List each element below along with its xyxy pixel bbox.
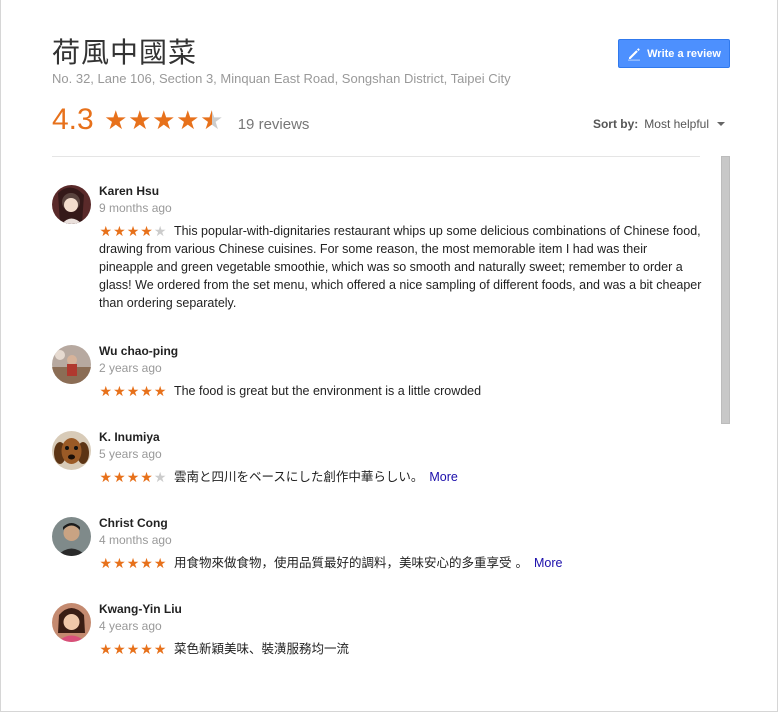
write-review-label: Write a review xyxy=(647,47,721,60)
place-address: No. 32, Lane 106, Section 3, Minquan Eas… xyxy=(52,71,511,86)
review-stars: ★ ★ ★ ★ ★ xyxy=(99,470,167,484)
review-count[interactable]: 19 reviews xyxy=(238,116,310,133)
reviews-dialog: 荷風中國菜 No. 32, Lane 106, Section 3, Minqu… xyxy=(0,0,778,712)
review-text: 雲南と四川をベースにした創作中華らしい。 xyxy=(173,469,424,484)
review-text: 菜色新穎美味、裝潢服務均一流 xyxy=(173,641,349,656)
more-link[interactable]: More xyxy=(429,470,457,484)
rating-summary: 4.3 ★ ★ ★ ★ ★ 19 reviews xyxy=(52,103,309,137)
star-icon: ★ xyxy=(113,383,126,399)
star-icon: ★ xyxy=(153,641,167,657)
star-icon: ★ xyxy=(200,105,224,135)
star-icon: ★ xyxy=(140,383,153,399)
star-icon: ★ xyxy=(113,641,126,657)
star-icon: ★ xyxy=(153,383,167,399)
star-icon: ★ xyxy=(140,641,153,657)
review-time: 5 years ago xyxy=(99,447,162,461)
review-time: 2 years ago xyxy=(99,361,162,375)
sort-dropdown[interactable]: Most helpful xyxy=(644,117,709,131)
sort-label: Sort by: xyxy=(592,117,639,131)
avatar[interactable] xyxy=(52,345,91,384)
rating-score: 4.3 xyxy=(52,103,94,136)
reviewer-name[interactable]: Kwang-Yin Liu xyxy=(99,601,702,618)
place-header: 荷風中國菜 No. 32, Lane 106, Section 3, Minqu… xyxy=(52,36,730,87)
review-item: K. Inumiya 5 years ago ★ ★ ★ ★ ★ 雲南と四川をベースにした… xyxy=(52,429,702,515)
star-icon: ★ xyxy=(140,223,153,239)
caret-down-icon[interactable] xyxy=(717,122,725,126)
scrollbar[interactable] xyxy=(721,156,730,424)
avatar[interactable] xyxy=(52,185,91,224)
star-icon: ★ xyxy=(99,555,113,571)
star-icon: ★ xyxy=(153,469,167,485)
star-icon: ★ xyxy=(128,105,152,135)
star-icon: ★ xyxy=(126,223,140,239)
star-icon: ★ xyxy=(153,223,167,239)
reviewer-name[interactable]: Wu chao-ping xyxy=(99,343,702,360)
review-text: The food is great but the environment is… xyxy=(173,384,482,398)
review-text: 用食物來做食物，使用品質最好的調料，美味安心的多重享受 。 xyxy=(173,555,528,570)
star-icon: ★ xyxy=(140,555,153,571)
star-icon: ★ xyxy=(99,223,113,239)
review-time: 4 years ago xyxy=(99,619,162,633)
review-item: Christ Cong 4 months ago ★ ★ ★ ★ ★ 用食物來做食物，使用… xyxy=(52,515,702,601)
star-icon: ★ xyxy=(113,555,126,571)
star-icon: ★ xyxy=(126,469,140,485)
review-stars: ★ ★ ★ ★ ★ xyxy=(99,384,167,398)
rating-stars: ★ ★ ★ ★ ★ xyxy=(104,106,224,134)
star-icon: ★ xyxy=(140,469,153,485)
review-stars: ★ ★ ★ ★ ★ xyxy=(99,556,167,570)
star-icon: ★ xyxy=(104,105,128,135)
star-icon: ★ xyxy=(176,105,200,135)
review-time: 4 months ago xyxy=(99,533,172,547)
review-list: Karen Hsu 9 months ago ★ ★ ★ ★ ★ This popular… xyxy=(52,183,702,681)
reviewer-name[interactable]: Christ Cong xyxy=(99,515,702,532)
star-icon: ★ xyxy=(153,555,167,571)
star-icon: ★ xyxy=(99,383,113,399)
review-time: 9 months ago xyxy=(99,201,172,215)
review-item: Karen Hsu 9 months ago ★ ★ ★ ★ ★ This popular… xyxy=(52,183,702,343)
avatar[interactable] xyxy=(52,603,91,642)
review-text: This popular-with-dignitaries restaurant… xyxy=(99,224,702,310)
star-icon: ★ xyxy=(113,469,126,485)
reviewer-name[interactable]: K. Inumiya xyxy=(99,429,702,446)
star-icon: ★ xyxy=(99,469,113,485)
review-stars: ★ ★ ★ ★ ★ xyxy=(99,224,167,238)
star-icon: ★ xyxy=(126,555,140,571)
star-icon: ★ xyxy=(126,383,140,399)
star-icon: ★ xyxy=(113,223,126,239)
star-icon: ★ xyxy=(126,641,140,657)
reviewer-name[interactable]: Karen Hsu xyxy=(99,183,702,200)
avatar[interactable] xyxy=(52,431,91,470)
avatar[interactable] xyxy=(52,517,91,556)
header-divider xyxy=(52,156,700,157)
sort-control: Sort by: Most helpful xyxy=(593,117,725,131)
star-icon: ★ xyxy=(99,641,113,657)
more-link[interactable]: More xyxy=(534,556,562,570)
review-item: Wu chao-ping 2 years ago ★ ★ ★ ★ ★ The food i… xyxy=(52,343,702,429)
star-icon: ★ xyxy=(152,105,176,135)
pencil-icon xyxy=(628,47,641,61)
review-item: Kwang-Yin Liu 4 years ago ★ ★ ★ ★ ★ 菜色新穎美味、裝潢… xyxy=(52,601,702,681)
review-stars: ★ ★ ★ ★ ★ xyxy=(99,642,167,656)
write-review-button[interactable]: Write a review xyxy=(618,39,730,68)
